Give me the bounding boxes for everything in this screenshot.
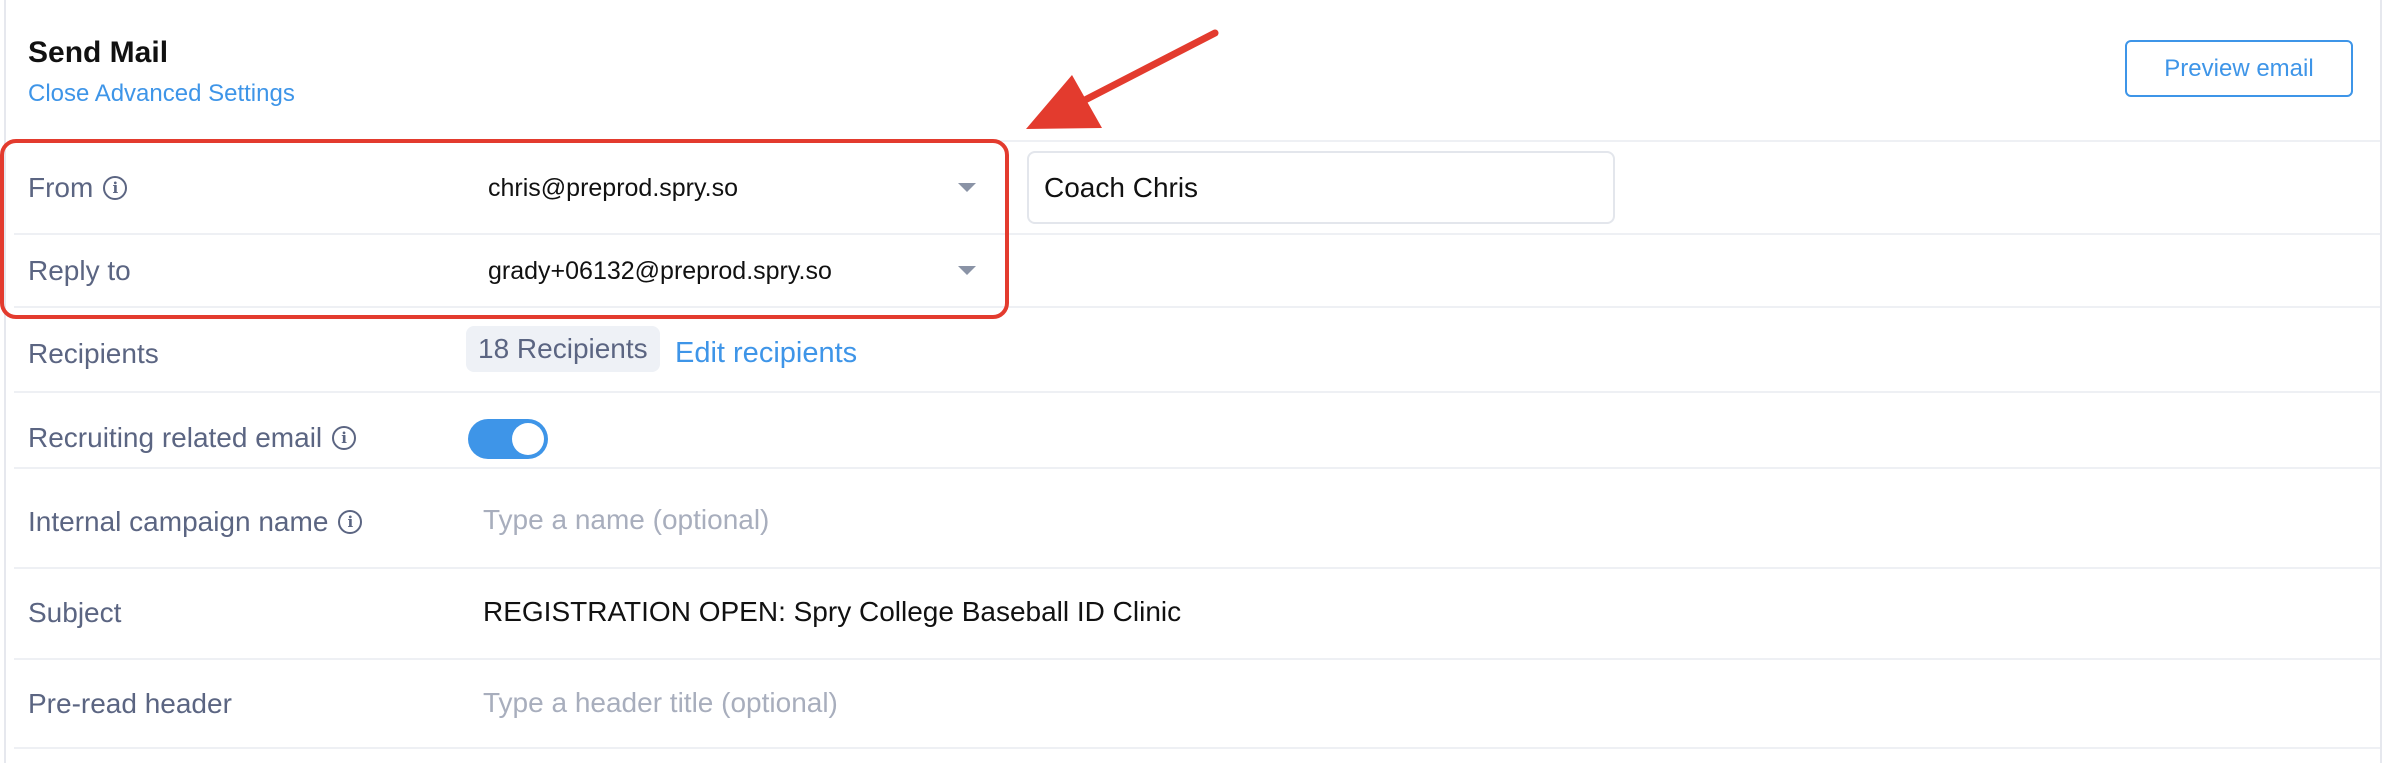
- reply-to-label: Reply to: [28, 255, 131, 287]
- info-icon[interactable]: i: [332, 426, 357, 450]
- recruiting-label: Recruiting related email i: [28, 422, 357, 454]
- campaign-label-text: Internal campaign name: [28, 506, 329, 537]
- row-divider: [14, 467, 2380, 469]
- subject-input[interactable]: [483, 596, 1683, 628]
- recipients-label: Recipients: [28, 338, 159, 370]
- row-divider: [14, 233, 2380, 235]
- recipients-count-badge: 18 Recipients: [466, 326, 660, 372]
- info-icon[interactable]: i: [338, 510, 363, 534]
- from-name-input[interactable]: Coach Chris: [1027, 151, 1615, 224]
- from-select[interactable]: chris@preprod.spry.so: [488, 174, 738, 203]
- preread-label-text: Pre-read header: [28, 688, 232, 719]
- recruiting-toggle[interactable]: [468, 419, 548, 459]
- page-title: Send Mail: [28, 36, 169, 69]
- from-label-text: From: [28, 172, 94, 203]
- preread-header-input[interactable]: [483, 687, 1683, 719]
- subject-label-text: Subject: [28, 597, 122, 628]
- chevron-down-icon[interactable]: [958, 266, 976, 275]
- campaign-label: Internal campaign name i: [28, 506, 363, 538]
- close-advanced-settings-link[interactable]: Close Advanced Settings: [28, 80, 295, 108]
- campaign-name-input[interactable]: [483, 504, 1683, 536]
- toggle-knob: [512, 423, 544, 455]
- annotation-arrow: [1026, 29, 1219, 129]
- row-divider: [14, 567, 2380, 569]
- row-divider: [14, 658, 2380, 660]
- edit-recipients-link[interactable]: Edit recipients: [675, 337, 857, 370]
- recruiting-label-text: Recruiting related email: [28, 422, 323, 453]
- info-icon[interactable]: i: [103, 176, 128, 200]
- recipients-label-text: Recipients: [28, 338, 159, 369]
- preview-email-button[interactable]: Preview email: [2125, 40, 2353, 97]
- row-divider: [14, 140, 2380, 142]
- subject-label: Subject: [28, 597, 121, 629]
- row-divider: [14, 747, 2380, 749]
- preread-label: Pre-read header: [28, 688, 232, 720]
- row-divider: [14, 391, 2380, 393]
- from-label: From i: [28, 172, 128, 204]
- reply-to-label-text: Reply to: [28, 255, 131, 286]
- chevron-down-icon[interactable]: [958, 183, 976, 192]
- row-divider: [14, 306, 2380, 308]
- reply-to-select[interactable]: grady+06132@preprod.spry.so: [488, 257, 832, 286]
